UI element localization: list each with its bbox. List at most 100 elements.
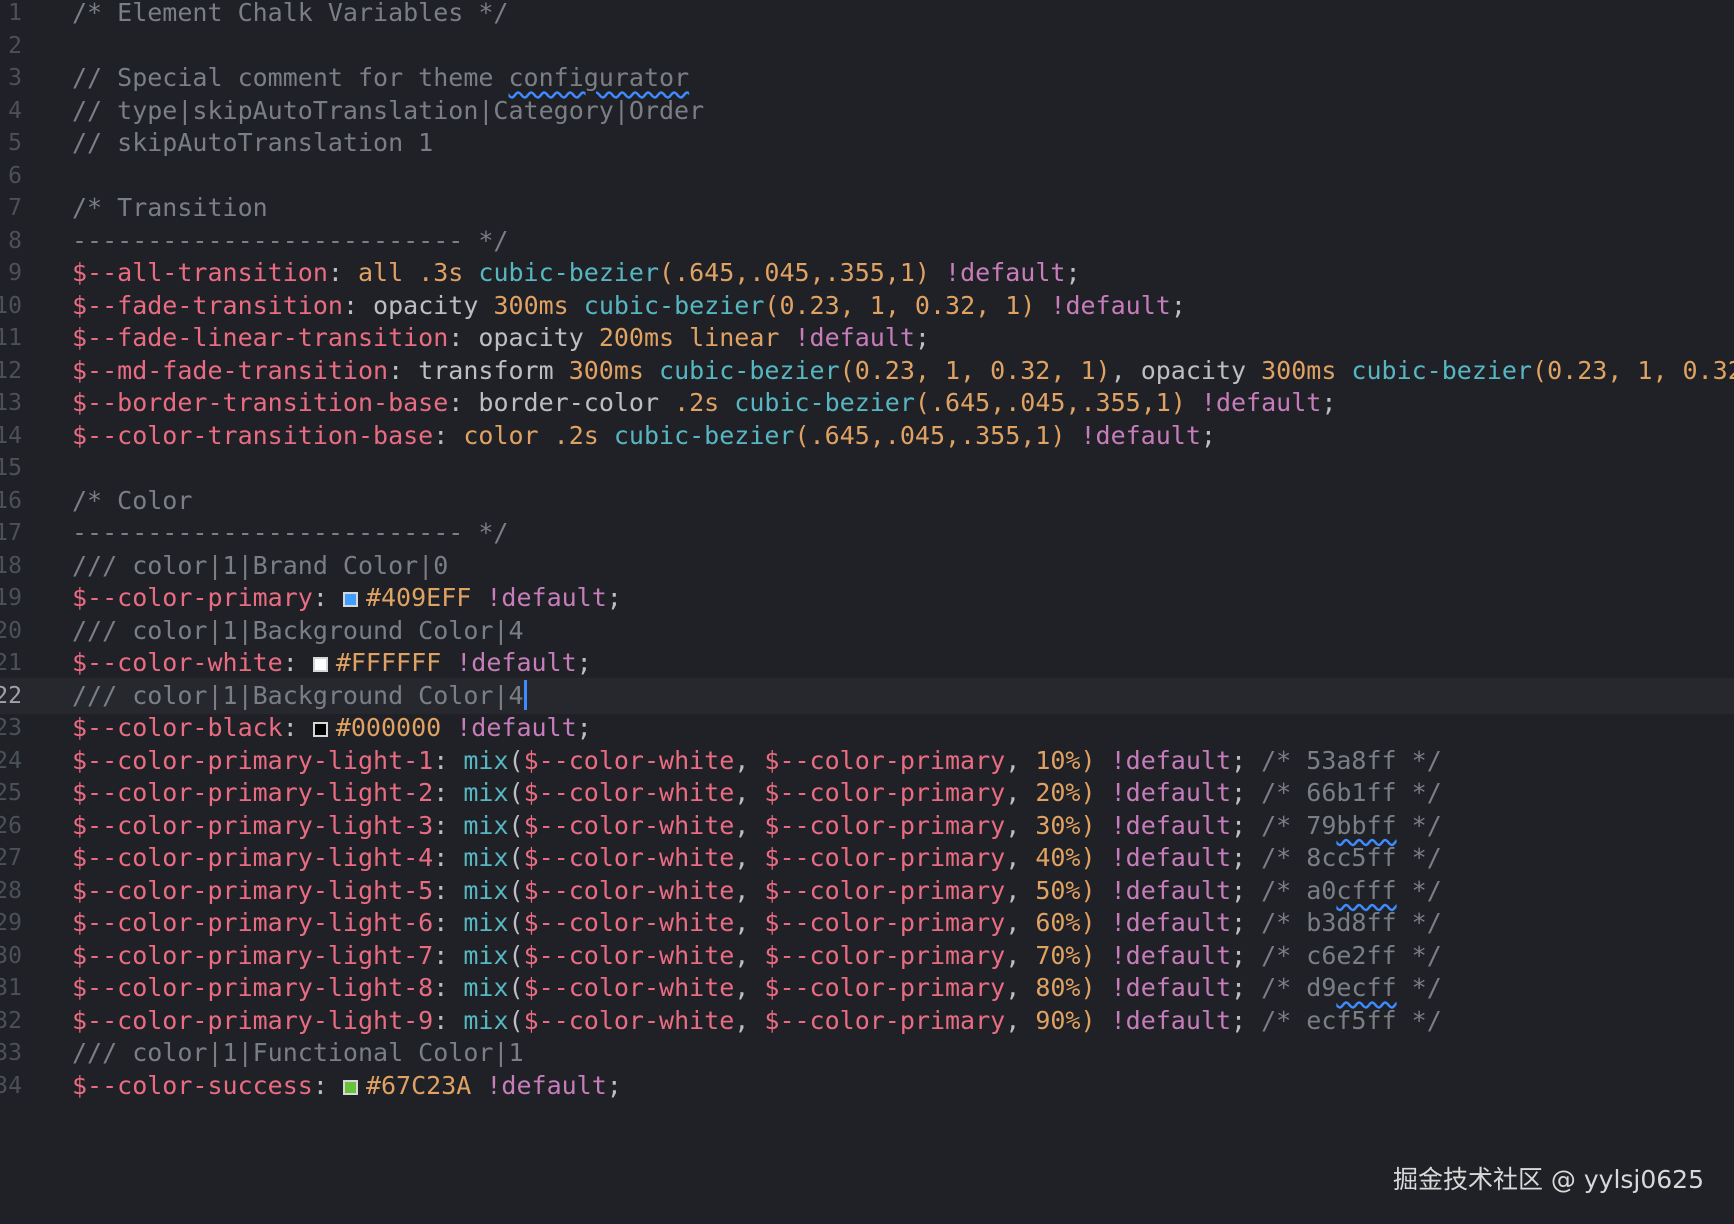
code-token: !default — [456, 648, 577, 677]
code-token: : — [282, 713, 313, 742]
code-token: configurator — [508, 63, 690, 92]
code-line[interactable]: 9 $--all-transition: all .3s cubic-bezier… — [0, 255, 1734, 291]
code-text: $--color-primary-light-6: mix($--color-w… — [72, 905, 1442, 941]
code-token: ; — [1200, 420, 1216, 450]
code-token: !default — [486, 583, 607, 612]
code-line[interactable]: 26 $--color-primary-light-3: mix($--color… — [0, 808, 1734, 844]
code-token: (.645,.045,.355,1) — [659, 258, 946, 287]
code-token: $--color-white — [523, 940, 735, 970]
code-token: /* 8cc5ff */ — [1261, 843, 1442, 872]
code-line[interactable]: 4 // type|skipAutoTranslation|Category|Or… — [0, 93, 1734, 129]
code-line[interactable]: 13 $--border-transition-base: border-colo… — [0, 385, 1734, 421]
code-line[interactable]: 8 -------------------------- */ — [0, 223, 1734, 259]
code-line[interactable]: 1 /* Element Chalk Variables */ — [0, 0, 1734, 31]
code-line[interactable]: 31 $--color-primary-light-8: mix($--color… — [0, 970, 1734, 1006]
code-token: 300ms — [568, 355, 660, 385]
code-token: 60%) — [1035, 908, 1111, 937]
code-text: $--color-primary-light-5: mix($--color-w… — [72, 873, 1442, 909]
code-line[interactable]: 19 $--color-primary: #409EFF !default; — [0, 580, 1734, 616]
code-token: /* 79 — [1261, 810, 1337, 840]
code-line[interactable]: 15 — [0, 450, 1734, 486]
code-line[interactable]: 23 $--color-black: #000000 !default; — [0, 710, 1734, 746]
code-line[interactable]: 10 $--fade-transition: opacity 300ms cubi… — [0, 288, 1734, 324]
code-token: $--color-primary-light-5 — [72, 875, 434, 905]
code-line[interactable]: 28 $--color-primary-light-5: mix($--color… — [0, 873, 1734, 909]
code-line[interactable]: 11 $--fade-linear-transition: opacity 200… — [0, 320, 1734, 356]
code-line[interactable]: 6 — [0, 158, 1734, 194]
color-swatch-icon[interactable] — [312, 722, 328, 737]
code-token: (.645,.045,.355,1) — [914, 388, 1201, 417]
code-token: ; — [1231, 745, 1262, 775]
line-number: 9 — [8, 260, 22, 286]
code-editor[interactable]: 1/* Element Chalk Variables */2 3// Speci… — [0, 0, 1734, 1224]
code-token: $--color-primary-light-3 — [72, 810, 434, 840]
code-line[interactable]: 30 $--color-primary-light-7: mix($--color… — [0, 938, 1734, 974]
code-token: !default — [1110, 745, 1232, 775]
code-line[interactable]: 21 $--color-white: #FFFFFF !default; — [0, 645, 1734, 681]
code-line[interactable]: 18 /// color|1|Brand Color|0 — [0, 548, 1734, 584]
code-line[interactable]: 25 $--color-primary-light-2: mix($--color… — [0, 775, 1734, 811]
code-token: mix — [463, 908, 509, 937]
code-token: mix — [463, 940, 509, 970]
code-text: -------------------------- */ — [72, 223, 509, 259]
code-line[interactable]: 16 /* Color — [0, 483, 1734, 519]
code-token: -------------------------- */ — [72, 225, 509, 255]
code-line[interactable]: 24 $--color-primary-light-1: mix($--color… — [0, 743, 1734, 779]
code-token: /* Color — [72, 485, 193, 515]
line-number: 11 — [0, 325, 22, 351]
code-text: $--color-transition-base: color .2s cubi… — [72, 418, 1216, 454]
code-token: $--md-fade-transition — [72, 355, 389, 385]
code-token: $--color-white — [523, 973, 735, 1002]
code-token: $--color-primary-light-7 — [72, 940, 434, 970]
code-line[interactable]: 32 $--color-primary-light-9: mix($--color… — [0, 1003, 1734, 1039]
color-swatch-icon[interactable] — [342, 592, 358, 607]
line-number: 22 — [0, 682, 22, 709]
code-token: $--color-primary-light-8 — [72, 973, 434, 1002]
code-text: -------------------------- */ — [72, 515, 509, 551]
code-token: , — [734, 810, 765, 840]
code-token: , — [1005, 973, 1036, 1002]
code-line[interactable]: 3 // Special comment for theme configurat… — [0, 60, 1734, 96]
code-token: (0.23, 1, 0.32, 1) — [839, 355, 1111, 385]
code-token: 30%) — [1035, 810, 1111, 840]
code-token: border-color — [478, 388, 675, 417]
code-line[interactable]: 29 $--color-primary-light-6: mix($--color… — [0, 905, 1734, 941]
code-token: !default — [1110, 778, 1232, 807]
code-token: : — [388, 355, 419, 385]
code-token: , — [1005, 1005, 1036, 1035]
code-line[interactable]: 5 // skipAutoTranslation 1 — [0, 125, 1734, 161]
code-token: ; — [914, 323, 930, 352]
line-number: 30 — [0, 942, 22, 969]
code-line[interactable]: 22 /// color|1|Background Color|4 — [0, 677, 1734, 714]
code-token: : — [433, 810, 464, 840]
code-line[interactable]: 17 -------------------------- */ — [0, 515, 1734, 551]
code-token: /* Element Chalk Variables */ — [72, 0, 509, 27]
code-line[interactable]: 7 /* Transition — [0, 190, 1734, 226]
line-number: 23 — [0, 715, 22, 741]
code-line[interactable]: 27 $--color-primary-light-4: mix($--color… — [0, 840, 1734, 876]
code-token: $--color-white — [523, 875, 735, 905]
code-line[interactable]: 33 /// color|1|Functional Color|1 — [0, 1035, 1734, 1071]
code-token: !default — [1110, 908, 1232, 937]
color-swatch-icon[interactable] — [312, 657, 328, 672]
code-line[interactable]: 34 $--color-success: #67C23A !default; — [0, 1068, 1734, 1104]
code-token: : — [448, 323, 479, 352]
line-number: 16 — [0, 487, 22, 514]
code-token: , — [734, 973, 765, 1002]
code-token: $--border-transition-base — [72, 388, 449, 417]
code-token: ; — [1231, 843, 1262, 872]
code-token: /* 53a8ff */ — [1261, 745, 1442, 775]
color-swatch-icon[interactable] — [342, 1079, 358, 1095]
code-token: ( — [508, 940, 524, 970]
code-token: 300ms — [493, 290, 584, 320]
code-token: $--color-primary — [72, 583, 313, 612]
code-token: , — [1005, 778, 1036, 807]
code-token: opacity — [478, 323, 599, 352]
line-number: 2 — [8, 32, 22, 59]
code-line[interactable]: 12 $--md-fade-transition: transform 300ms… — [0, 353, 1734, 389]
code-line[interactable]: 20 /// color|1|Background Color|4 — [0, 613, 1734, 649]
code-token: , — [734, 1005, 765, 1035]
code-token: /* ecf5ff */ — [1261, 1005, 1442, 1035]
code-line[interactable]: 14 $--color-transition-base: color .2s cu… — [0, 418, 1734, 454]
code-line[interactable]: 2 — [0, 28, 1734, 64]
